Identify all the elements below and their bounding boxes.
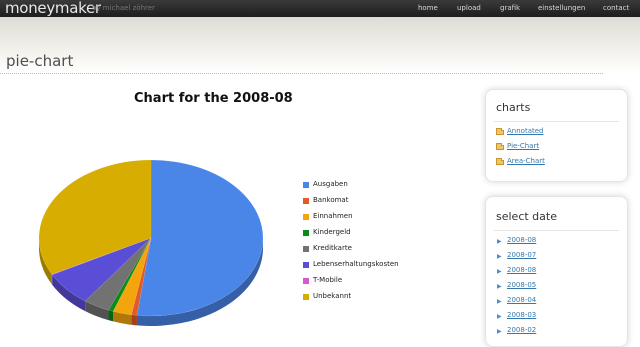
charts-panel-divider: [494, 121, 619, 122]
date-panel-divider: [494, 230, 619, 231]
legend-item-t-mobile: T-Mobile: [303, 276, 423, 288]
nav-upload-link[interactable]: upload: [457, 4, 481, 14]
chart-link-area-chart[interactable]: Area-Chart: [496, 157, 616, 169]
legend-label-lebenserhaltungskosten: Lebenserhaltungskosten: [313, 260, 399, 268]
triangle-right-icon: ▶: [497, 313, 502, 320]
legend-swatch-kreditkarte: [303, 246, 309, 252]
legend-item-kindergeld: Kindergeld: [303, 228, 423, 240]
charts-panel: charts Annotated Pie-Chart Area-Chart: [485, 89, 628, 182]
page-title: pie-chart: [6, 52, 73, 70]
charts-panel-title: charts: [496, 101, 530, 114]
legend-item-lebenserhaltungskosten: Lebenserhaltungskosten: [303, 260, 423, 272]
date-link[interactable]: 2008-02: [507, 326, 536, 334]
legend-swatch-t-mobile: [303, 278, 309, 284]
legend-swatch-unbekannt: [303, 294, 309, 300]
date-link-row[interactable]: ▶ 2008-04: [497, 296, 617, 308]
top-navigation-bar: moneymaker by michael zöhrer home upload…: [0, 0, 640, 17]
date-link[interactable]: 2008-08: [507, 266, 536, 274]
triangle-right-icon: ▶: [497, 328, 502, 335]
chart-link-annotated[interactable]: Annotated: [496, 127, 616, 139]
legend-item-ausgaben: Ausgaben: [303, 180, 423, 192]
date-link-row[interactable]: ▶ 2008-08: [497, 266, 617, 278]
date-link-row[interactable]: ▶ 2008-07: [497, 251, 617, 263]
legend-item-bankomat: Bankomat: [303, 196, 423, 208]
date-link[interactable]: 2008-05: [507, 281, 536, 289]
date-link-row[interactable]: ▶ 2008-08: [497, 236, 617, 248]
pie-slice-ausgaben: [137, 160, 263, 316]
pie-side-bankomat: [131, 315, 137, 326]
date-link-row[interactable]: ▶ 2008-03: [497, 311, 617, 323]
date-link[interactable]: 2008-08: [507, 236, 536, 244]
legend-label-unbekannt: Unbekannt: [313, 292, 351, 300]
app-logo[interactable]: moneymaker: [5, 0, 101, 17]
nav-grafik-link[interactable]: grafik: [500, 4, 520, 14]
folder-icon: [496, 130, 504, 135]
folder-icon: [496, 145, 504, 150]
legend-swatch-einnahmen: [303, 214, 309, 220]
legend-label-kreditkarte: Kreditkarte: [313, 244, 352, 252]
chart-link-label[interactable]: Area-Chart: [507, 157, 545, 165]
date-link[interactable]: 2008-03: [507, 311, 536, 319]
triangle-right-icon: ▶: [497, 238, 502, 245]
triangle-right-icon: ▶: [497, 253, 502, 260]
legend-label-kindergeld: Kindergeld: [313, 228, 351, 236]
pie-side-kindergeld: [108, 310, 113, 321]
chart-link-pie-chart[interactable]: Pie-Chart: [496, 142, 616, 154]
legend-label-t-mobile: T-Mobile: [313, 276, 342, 284]
folder-icon: [496, 160, 504, 165]
legend-label-ausgaben: Ausgaben: [313, 180, 348, 188]
date-link-row[interactable]: ▶ 2008-05: [497, 281, 617, 293]
author-byline: by michael zöhrer: [92, 4, 155, 12]
pie-chart: [35, 160, 275, 330]
legend-swatch-ausgaben: [303, 182, 309, 188]
select-date-title: select date: [496, 210, 557, 223]
chart-title: Chart for the 2008-08: [134, 91, 293, 106]
select-date-panel: select date ▶ 2008-08 ▶ 2008-07 ▶ 2008-08 ▶…: [485, 196, 628, 347]
chart-link-label[interactable]: Pie-Chart: [507, 142, 539, 150]
page-header: [0, 17, 640, 73]
legend-item-kreditkarte: Kreditkarte: [303, 244, 423, 256]
nav-home-link[interactable]: home: [418, 4, 438, 14]
legend-swatch-lebenserhaltungskosten: [303, 262, 309, 268]
date-link[interactable]: 2008-04: [507, 296, 536, 304]
title-divider: [0, 73, 603, 74]
date-link[interactable]: 2008-07: [507, 251, 536, 259]
chart-link-label[interactable]: Annotated: [507, 127, 543, 135]
triangle-right-icon: ▶: [497, 283, 502, 290]
legend-swatch-kindergeld: [303, 230, 309, 236]
date-link-row[interactable]: ▶ 2008-02: [497, 326, 617, 338]
triangle-right-icon: ▶: [497, 298, 502, 305]
legend-item-unbekannt: Unbekannt: [303, 292, 423, 304]
triangle-right-icon: ▶: [497, 268, 502, 275]
nav-einstellungen-link[interactable]: einstellungen: [538, 4, 585, 14]
legend-label-bankomat: Bankomat: [313, 196, 348, 204]
nav-contact-link[interactable]: contact: [603, 4, 629, 14]
legend-item-einnahmen: Einnahmen: [303, 212, 423, 224]
legend-label-einnahmen: Einnahmen: [313, 212, 353, 220]
legend-swatch-bankomat: [303, 198, 309, 204]
